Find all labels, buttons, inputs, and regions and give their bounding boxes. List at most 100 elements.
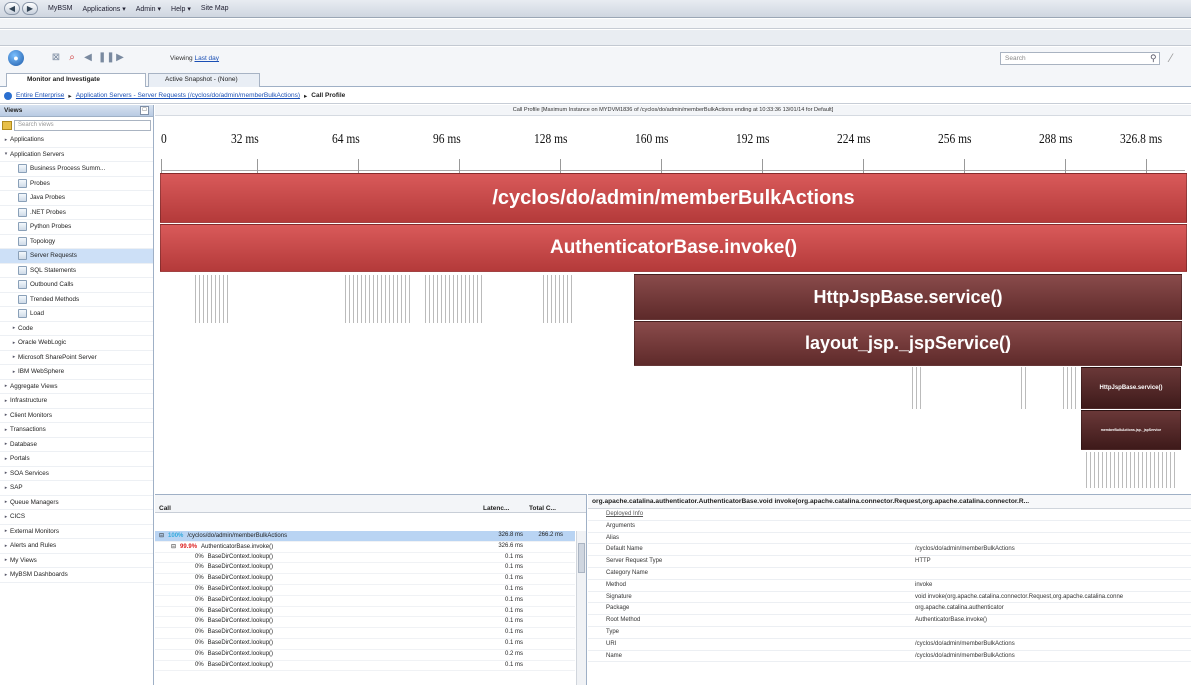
home-icon[interactable]: ● [8,50,24,66]
views-tree-item[interactable]: ▸ Portals [0,452,153,467]
views-tree-item[interactable]: ▸ SOA Services [0,467,153,481]
views-tree-item[interactable]: ▸ Database [0,438,153,452]
views-tree-item[interactable]: .NET Probes [0,206,153,220]
breadcrumb-root[interactable]: Entire Enterprise [16,92,64,99]
breadcrumb-middle[interactable]: Application Servers - Server Requests (/… [76,92,300,99]
settings-wand-icon[interactable]: ⁄ [1170,51,1172,65]
tab-active-snapshot[interactable]: Active Snapshot - (None) [148,73,260,87]
expand-arrow-icon[interactable]: ▸ [2,137,10,143]
menu-item-help[interactable]: Help ▾ [171,5,191,13]
expand-arrow-icon[interactable]: ▸ [2,412,10,418]
expand-arrow-icon[interactable]: ▸ [2,470,10,476]
expand-arrow-icon[interactable]: ▸ [2,528,10,534]
forward-arrow-icon[interactable]: ▶ [22,2,38,15]
views-tree-item[interactable]: Outbound Calls [0,278,153,293]
pause-icon[interactable]: ❚❚ [98,52,115,64]
call-table-scrollbar[interactable] [576,531,586,685]
expand-arrow-icon[interactable]: ▸ [10,369,18,375]
expand-arrow-icon[interactable]: ▸ [2,572,10,578]
views-tree-item[interactable]: ▸ Alerts and Rules [0,539,153,554]
views-tree-item[interactable]: ▸ Applications [0,133,153,148]
views-tree-item[interactable]: ▸ Microsoft SharePoint Server [0,351,153,365]
views-tree-item[interactable]: ▸ My Views [0,554,153,568]
collapse-panel-icon[interactable]: □ [140,106,149,115]
expand-arrow-icon[interactable]: ▸ [2,441,10,447]
search-icon[interactable]: ⚲ [1150,53,1157,64]
views-tree-item[interactable]: ▸ Infrastructure [0,394,153,409]
views-tree-item[interactable]: ▸ Queue Managers [0,496,153,510]
views-tree-item[interactable]: ▸ Oracle WebLogic [0,336,153,351]
table-row[interactable]: 0% BaseDirContext.lookup() 0.1 ms [155,607,575,618]
views-tree-item[interactable]: ▸ IBM WebSphere [0,365,153,380]
table-row[interactable]: 0% BaseDirContext.lookup() 0.2 ms [155,650,575,661]
call-bar[interactable]: /cyclos/do/admin/memberBulkActions [160,173,1187,223]
views-tree-item[interactable]: Topology [0,235,153,249]
col-call[interactable]: Call [159,505,171,512]
table-row[interactable]: 0% BaseDirContext.lookup() 0.1 ms [155,563,575,575]
call-bar[interactable]: HttpJspBase.service() [634,274,1182,320]
view-grid-icon[interactable]: ⊠ [50,52,62,64]
views-tree-item[interactable]: Python Probes [0,220,153,235]
views-tree-item[interactable]: ▾ Application Servers [0,148,153,162]
col-latency[interactable]: Latenc... [483,505,509,512]
views-tree-item[interactable]: ▸ External Monitors [0,525,153,539]
call-bar[interactable]: AuthenticatorBase.invoke() [160,224,1187,272]
table-row[interactable]: 0% BaseDirContext.lookup() 0.1 ms [155,596,575,607]
expand-arrow-icon[interactable]: ▸ [10,340,18,346]
menu-item-admin[interactable]: Admin ▾ [136,5,161,13]
viewing-range-link[interactable]: Last day [194,55,219,62]
views-tree-item[interactable]: Trended Methods [0,293,153,307]
call-bar[interactable]: HttpJspBase.service() [1081,367,1181,409]
views-tree-item[interactable]: ▸ Client Monitors [0,409,153,423]
views-tree-item[interactable]: ▸ Aggregate Views [0,380,153,394]
folder-icon[interactable] [2,120,12,130]
views-tree-item[interactable]: ▸ Code [0,322,153,336]
expand-arrow-icon[interactable]: ▸ [2,427,10,433]
expand-arrow-icon[interactable]: ▸ [2,456,10,462]
expand-arrow-icon[interactable]: ▸ [2,557,10,563]
expand-arrow-icon[interactable]: ▸ [2,383,10,389]
expand-arrow-icon[interactable]: ▸ [10,354,18,360]
expand-arrow-icon[interactable]: ▸ [2,543,10,549]
tab-monitor-and-investigate[interactable]: Monitor and Investigate [6,73,146,87]
views-tree-item[interactable]: ▸ MyBSM Dashboards [0,568,153,583]
scroll-thumb[interactable] [578,543,585,573]
search-views-input[interactable]: Search views [14,119,151,131]
expand-arrow-icon[interactable]: ▸ [2,485,10,491]
expand-arrow-icon[interactable]: ▸ [2,514,10,520]
table-row[interactable]: 0% BaseDirContext.lookup() 0.1 ms [155,628,575,639]
menu-item-mybsm[interactable]: MyBSM [48,5,73,12]
table-row[interactable]: 0% BaseDirContext.lookup() 0.1 ms [155,553,575,564]
views-tree-item[interactable]: Load [0,307,153,322]
table-row[interactable]: 0% BaseDirContext.lookup() 0.1 ms [155,617,575,629]
expand-arrow-icon[interactable]: ▸ [10,325,18,331]
expand-arrow-icon[interactable]: ▸ [2,398,10,404]
table-row[interactable]: ⊟ 99.9% AuthenticatorBase.invoke() 326.6 ms [155,542,575,553]
menu-item-site-map[interactable]: Site Map [201,5,229,12]
table-row[interactable]: 0% BaseDirContext.lookup() 0.1 ms [155,585,575,596]
table-row[interactable]: 0% BaseDirContext.lookup() 0.1 ms [155,661,575,672]
views-tree-item[interactable]: Probes [0,177,153,191]
col-total[interactable]: Total C... [529,505,556,512]
pin-icon[interactable]: ⌕ [66,52,78,64]
views-tree-item[interactable]: ▸ CICS [0,510,153,525]
search-input[interactable]: Search [1000,52,1160,65]
table-row[interactable]: 0% BaseDirContext.lookup() 0.1 ms [155,574,575,585]
views-tree-item[interactable]: Server Requests [0,249,153,264]
forward-icon[interactable]: ▶ [114,52,126,64]
views-tree-item[interactable]: Business Process Summ... [0,162,153,177]
call-bar[interactable]: memberBulkActions.jsp._jspService [1081,410,1181,450]
expand-toggle-icon[interactable]: ⊟ [159,533,164,539]
views-tree-item[interactable]: SQL Statements [0,264,153,278]
call-bar[interactable]: layout_jsp._jspService() [634,321,1182,366]
table-row[interactable]: ⊟ 100%/cyclos/do/admin/memberBulkActions 3… [155,531,575,542]
views-tree-item[interactable]: ▸ Transactions [0,423,153,438]
back-arrow-icon[interactable]: ◀ [4,2,20,15]
views-tree-item[interactable]: ▸ SAP [0,481,153,496]
expand-toggle-icon[interactable]: ⊟ [171,544,176,550]
menu-item-applications[interactable]: Applications ▾ [83,5,126,13]
table-row[interactable]: 0% BaseDirContext.lookup() 0.1 ms [155,639,575,650]
views-tree-item[interactable]: Java Probes [0,191,153,206]
expand-arrow-icon[interactable]: ▸ [2,499,10,505]
expand-arrow-icon[interactable]: ▾ [2,151,10,157]
